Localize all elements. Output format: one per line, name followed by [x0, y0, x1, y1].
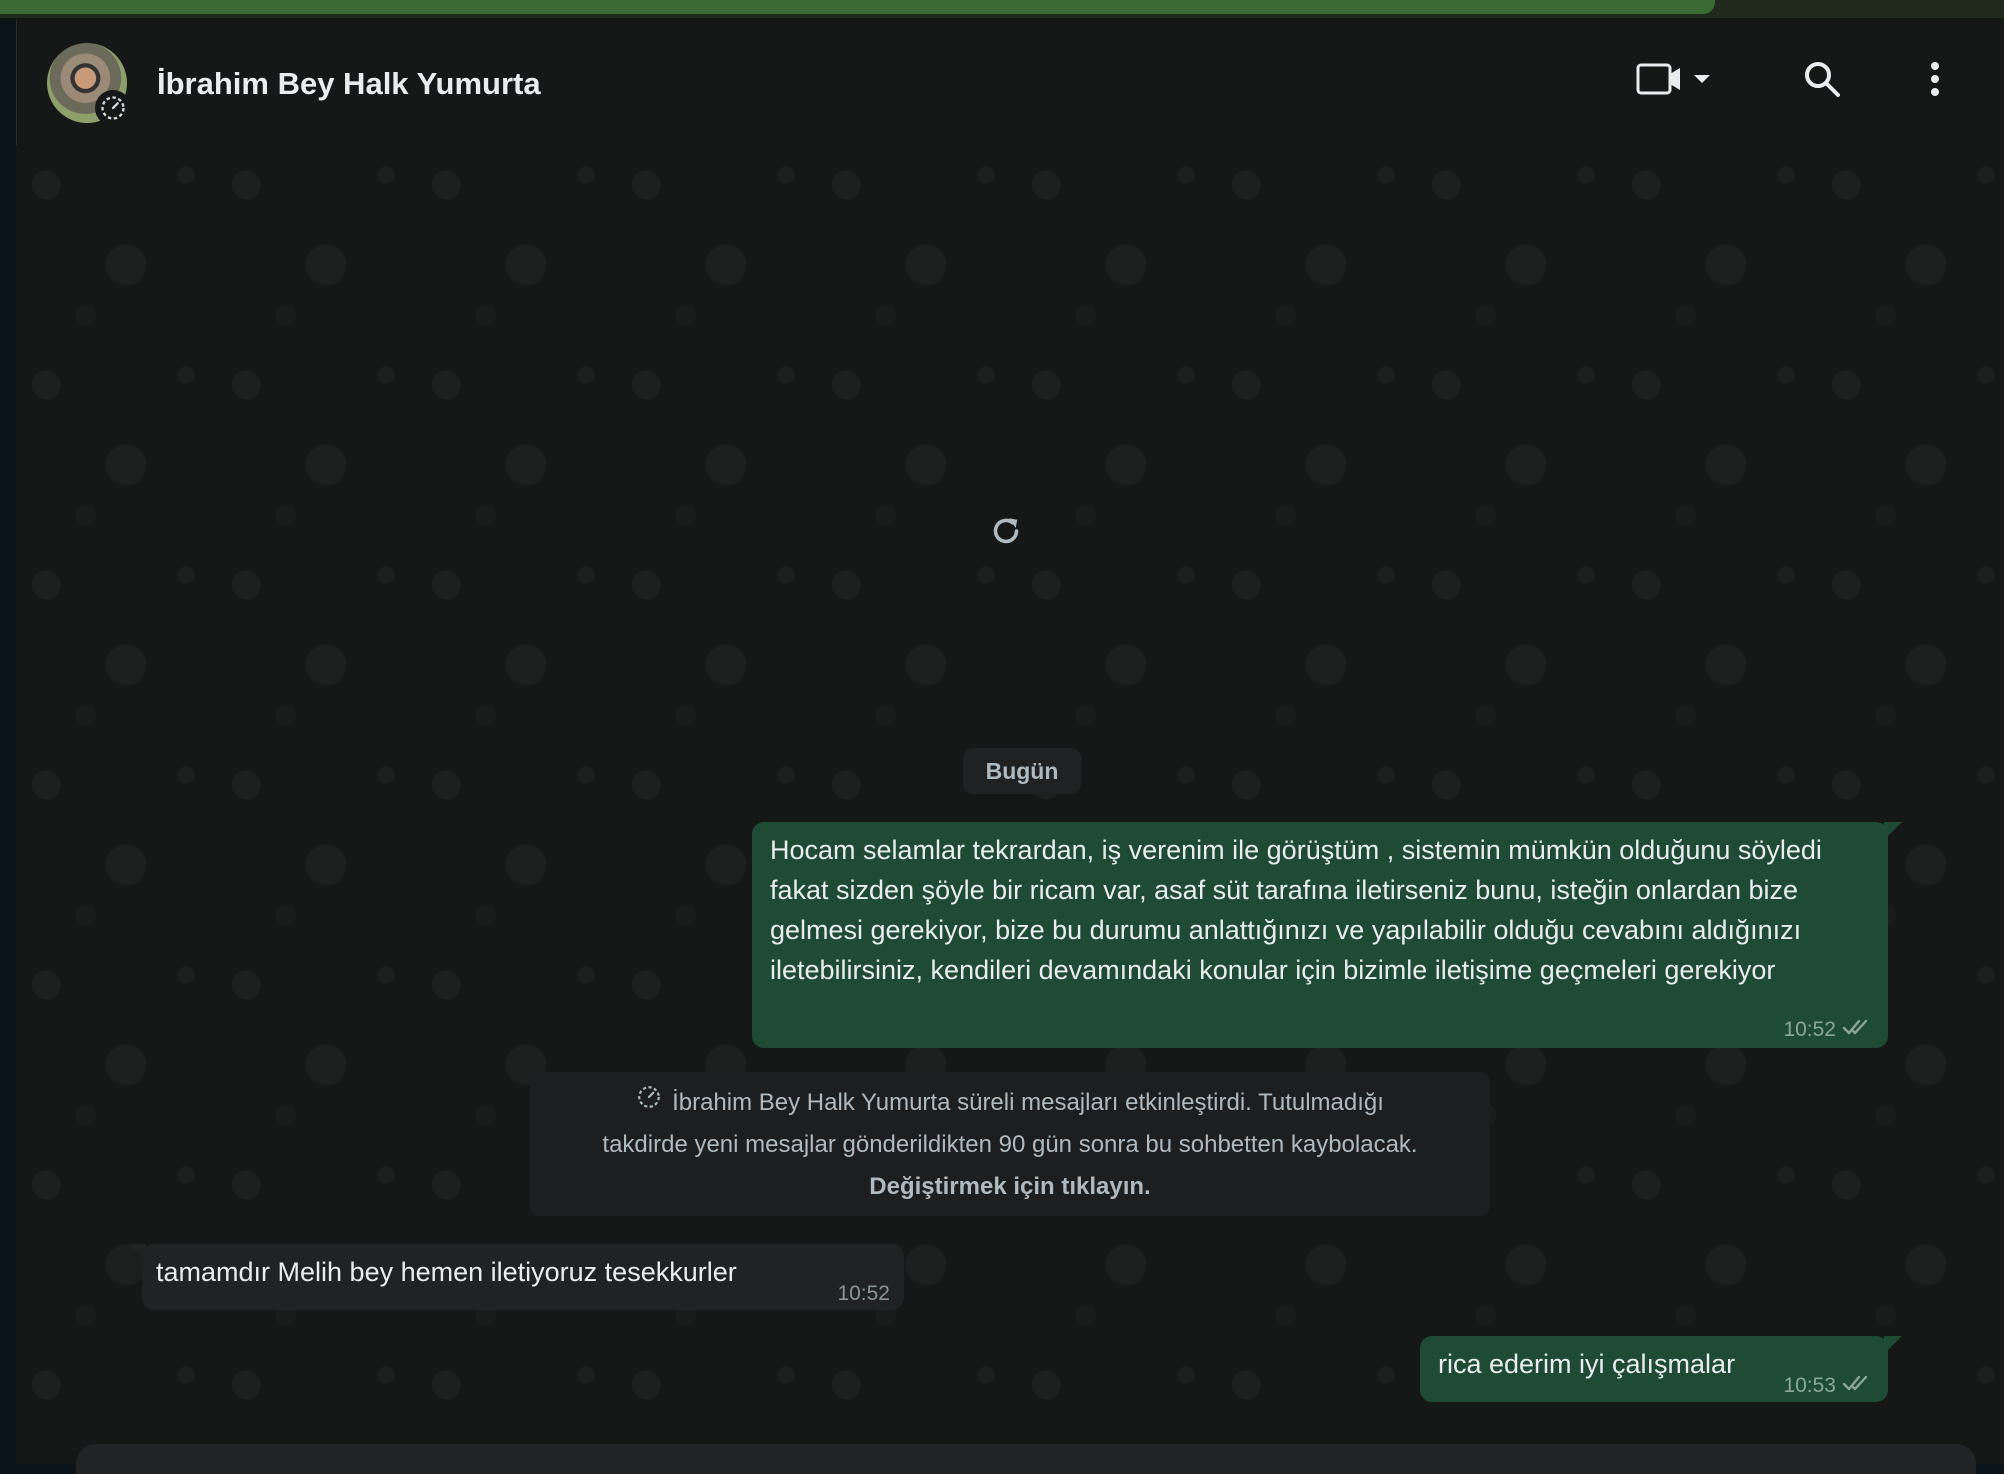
double-check-icon: [1842, 1374, 1872, 1398]
refresh-icon[interactable]: [988, 513, 1024, 549]
disappearing-timer-icon: [636, 1082, 662, 1124]
video-call-button[interactable]: [1629, 56, 1719, 106]
window-accent-bar: [0, 0, 1715, 14]
message-text: rica ederim iyi çalışmalar: [1438, 1349, 1736, 1379]
bubble-tail: [1884, 1336, 1902, 1354]
double-check-icon: [1842, 1018, 1872, 1042]
date-separator: Bugün: [963, 748, 1081, 794]
message-text: tamamdır Melih bey hemen iletiyoruz tese…: [156, 1257, 737, 1287]
more-vertical-icon: [1930, 61, 1940, 102]
message-time: 10:52: [837, 1282, 890, 1305]
message-bubble-incoming[interactable]: tamamdır Melih bey hemen iletiyoruz tese…: [142, 1244, 904, 1310]
message-meta: 10:52: [1783, 1018, 1872, 1042]
contact-name[interactable]: İbrahim Bey Halk Yumurta: [157, 66, 541, 102]
notice-line-1: İbrahim Bey Halk Yumurta süreli mesajlar…: [672, 1089, 1384, 1116]
search-icon: [1802, 59, 1842, 104]
chat-header: İbrahim Bey Halk Yumurta: [16, 20, 2004, 145]
disappearing-timer-icon: [95, 90, 131, 126]
change-setting-link[interactable]: Değiştirmek için tıklayın.: [530, 1166, 1490, 1208]
chevron-down-icon: [1692, 72, 1712, 90]
message-meta: 10:53: [1783, 1374, 1872, 1398]
message-bubble-outgoing[interactable]: Hocam selamlar tekrardan, iş verenim ile…: [752, 822, 1888, 1048]
video-call-icon: [1636, 61, 1682, 102]
message-bubble-outgoing[interactable]: rica ederim iyi çalışmalar 10:53: [1420, 1336, 1888, 1402]
disappearing-messages-notice[interactable]: İbrahim Bey Halk Yumurta süreli mesajlar…: [530, 1072, 1490, 1216]
composer-bar[interactable]: [76, 1444, 1976, 1474]
menu-button[interactable]: [1917, 56, 1953, 106]
message-time: 10:53: [1783, 1374, 1836, 1397]
message-time: 10:52: [1783, 1018, 1836, 1041]
message-text: Hocam selamlar tekrardan, iş verenim ile…: [770, 835, 1822, 985]
notice-line-2: takdirde yeni mesajlar gönderildikten 90…: [602, 1131, 1418, 1158]
window-top-strip: [0, 0, 2004, 20]
bubble-tail: [1884, 822, 1902, 840]
chat-window: İbrahim Bey Halk Yumurta Bugün Hocam sel…: [16, 20, 2004, 1474]
bubble-tail: [128, 1244, 146, 1262]
search-button[interactable]: [1797, 56, 1847, 106]
message-meta: 10:52: [837, 1282, 890, 1306]
